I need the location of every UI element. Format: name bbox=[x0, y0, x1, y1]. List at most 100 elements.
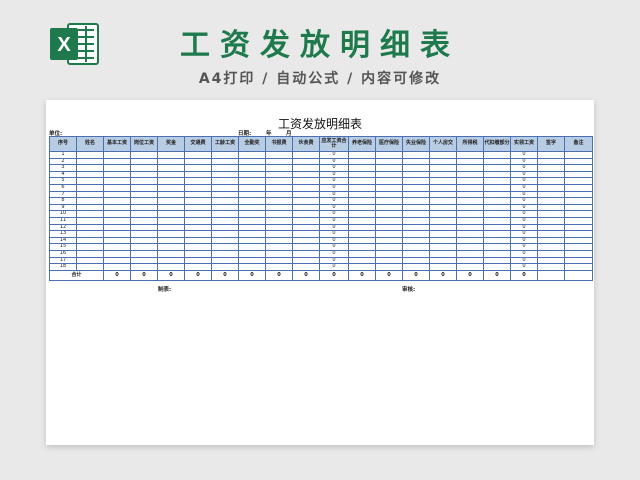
table-cell[interactable] bbox=[103, 230, 131, 238]
table-cell[interactable]: 0 bbox=[510, 216, 538, 225]
table-cell[interactable] bbox=[130, 203, 158, 212]
table-cell[interactable] bbox=[483, 177, 511, 185]
total-cell[interactable]: 0 bbox=[292, 269, 320, 281]
table-cell[interactable] bbox=[103, 263, 131, 271]
table-cell[interactable] bbox=[130, 216, 158, 225]
table-cell[interactable] bbox=[157, 249, 185, 258]
table-cell[interactable] bbox=[76, 210, 104, 218]
table-cell[interactable]: 0 bbox=[510, 197, 538, 205]
table-cell[interactable] bbox=[238, 230, 266, 238]
table-cell[interactable] bbox=[402, 151, 430, 159]
table-cell[interactable] bbox=[456, 177, 484, 185]
table-cell[interactable] bbox=[292, 210, 320, 218]
table-cell[interactable] bbox=[483, 190, 511, 199]
table-cell[interactable] bbox=[130, 177, 158, 185]
table-cell[interactable] bbox=[265, 223, 293, 232]
table-cell[interactable] bbox=[211, 170, 239, 179]
table-cell[interactable]: 0 bbox=[510, 190, 538, 199]
total-cell[interactable]: 0 bbox=[211, 269, 239, 281]
table-cell[interactable] bbox=[76, 216, 104, 225]
table-cell[interactable] bbox=[184, 243, 212, 251]
table-cell[interactable] bbox=[184, 183, 212, 192]
table-cell[interactable] bbox=[76, 157, 104, 166]
table-cell[interactable] bbox=[483, 236, 511, 245]
table-cell[interactable] bbox=[211, 236, 239, 245]
table-cell[interactable] bbox=[130, 236, 158, 245]
column-header[interactable]: 全勤奖 bbox=[238, 136, 266, 152]
table-cell[interactable] bbox=[265, 164, 293, 172]
table-cell[interactable]: 0 bbox=[319, 190, 349, 199]
table-cell[interactable] bbox=[456, 190, 484, 199]
table-cell[interactable]: 9 bbox=[49, 203, 77, 212]
table-cell[interactable] bbox=[483, 170, 511, 179]
table-cell[interactable]: 0 bbox=[319, 177, 349, 185]
table-cell[interactable] bbox=[292, 151, 320, 159]
table-cell[interactable] bbox=[265, 203, 293, 212]
table-cell[interactable] bbox=[211, 249, 239, 258]
total-cell[interactable]: 0 bbox=[402, 269, 430, 281]
table-cell[interactable] bbox=[456, 243, 484, 251]
table-cell[interactable] bbox=[483, 249, 511, 258]
table-cell[interactable]: 0 bbox=[510, 183, 538, 192]
table-cell[interactable] bbox=[265, 210, 293, 218]
table-cell[interactable] bbox=[265, 190, 293, 199]
table-cell[interactable]: 0 bbox=[319, 216, 349, 225]
table-cell[interactable] bbox=[130, 243, 158, 251]
column-header[interactable]: 失业保险 bbox=[402, 136, 430, 152]
table-cell[interactable] bbox=[211, 164, 239, 172]
table-cell[interactable] bbox=[402, 223, 430, 232]
table-cell[interactable]: 0 bbox=[319, 157, 349, 166]
table-cell[interactable] bbox=[130, 223, 158, 232]
column-header[interactable]: 伙食费 bbox=[292, 136, 320, 152]
table-cell[interactable] bbox=[402, 197, 430, 205]
table-cell[interactable] bbox=[292, 223, 320, 232]
table-cell[interactable] bbox=[402, 210, 430, 218]
table-cell[interactable] bbox=[184, 203, 212, 212]
table-cell[interactable]: 0 bbox=[510, 256, 538, 265]
table-cell[interactable] bbox=[564, 249, 593, 258]
table-cell[interactable]: 2 bbox=[49, 157, 77, 166]
table-cell[interactable] bbox=[402, 230, 430, 238]
table-cell[interactable] bbox=[130, 197, 158, 205]
table-cell[interactable] bbox=[537, 230, 565, 238]
table-cell[interactable] bbox=[429, 249, 457, 258]
table-cell[interactable] bbox=[564, 183, 593, 192]
table-cell[interactable] bbox=[103, 223, 131, 232]
table-cell[interactable] bbox=[537, 210, 565, 218]
table-cell[interactable] bbox=[238, 263, 266, 271]
table-cell[interactable] bbox=[564, 203, 593, 212]
table-cell[interactable] bbox=[348, 216, 376, 225]
table-cell[interactable] bbox=[76, 243, 104, 251]
table-cell[interactable] bbox=[130, 249, 158, 258]
table-cell[interactable]: 18 bbox=[49, 263, 77, 271]
table-cell[interactable] bbox=[184, 210, 212, 218]
table-cell[interactable] bbox=[265, 151, 293, 159]
table-cell[interactable] bbox=[375, 230, 403, 238]
table-cell[interactable] bbox=[103, 216, 131, 225]
table-cell[interactable] bbox=[564, 230, 593, 238]
column-header[interactable]: 所得税 bbox=[456, 136, 484, 152]
table-cell[interactable] bbox=[564, 216, 593, 225]
table-cell[interactable]: 4 bbox=[49, 170, 77, 179]
table-cell[interactable] bbox=[456, 256, 484, 265]
table-cell[interactable]: 0 bbox=[319, 170, 349, 179]
table-cell[interactable] bbox=[238, 177, 266, 185]
table-cell[interactable] bbox=[103, 164, 131, 172]
table-cell[interactable] bbox=[429, 151, 457, 159]
table-cell[interactable] bbox=[157, 177, 185, 185]
table-cell[interactable] bbox=[456, 157, 484, 166]
table-cell[interactable] bbox=[429, 170, 457, 179]
table-cell[interactable] bbox=[238, 203, 266, 212]
table-cell[interactable]: 0 bbox=[510, 230, 538, 238]
table-cell[interactable] bbox=[292, 164, 320, 172]
table-cell[interactable] bbox=[130, 164, 158, 172]
table-cell[interactable] bbox=[375, 190, 403, 199]
table-cell[interactable] bbox=[211, 177, 239, 185]
table-cell[interactable]: 5 bbox=[49, 177, 77, 185]
total-cell[interactable]: 0 bbox=[130, 269, 158, 281]
table-cell[interactable] bbox=[564, 177, 593, 185]
table-cell[interactable]: 0 bbox=[510, 170, 538, 179]
table-cell[interactable] bbox=[402, 157, 430, 166]
total-cell[interactable]: 0 bbox=[510, 269, 538, 281]
table-cell[interactable] bbox=[157, 157, 185, 166]
